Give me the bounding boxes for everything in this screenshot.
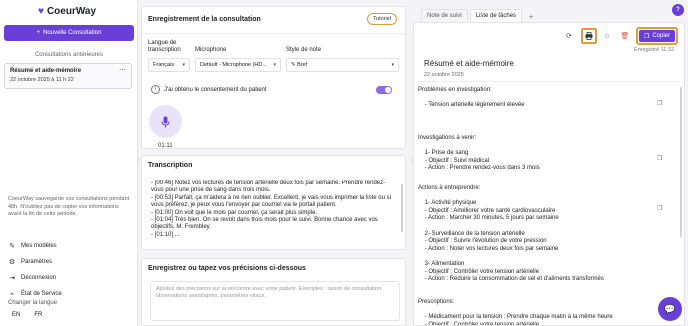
note-title: Résumé et aide-mémoire — [424, 59, 514, 68]
sidebar: ♥ CoeurWay + Nouvelle Consultation Consu… — [0, 0, 138, 326]
transcription-text[interactable]: - [00:46] Notez vos lectures de tension … — [151, 180, 401, 246]
sidebar-item-templates[interactable]: ✎ Mes modèles — [8, 238, 62, 254]
chevron-down-icon: ▾ — [182, 62, 185, 68]
recording-card: Enregistrement de la consultation Tutori… — [141, 6, 406, 149]
trash-icon[interactable]: 🗑 — [618, 29, 632, 43]
note-section[interactable]: Actions à entreprendre: 1- Activité phys… — [418, 185, 604, 284]
note-scrollbar[interactable] — [680, 87, 682, 237]
microphone-label: Microphone — [195, 47, 227, 53]
sidebar-menu: ✎ Mes modèles ⚙ Paramètres ⇥ Déconnexion… — [8, 238, 62, 302]
print-icon[interactable] — [581, 28, 597, 44]
notes-panel: Note de suivi Liste de tâches + ? ⟳ ☆ 🗑 … — [413, 0, 688, 326]
transcription-language-label: Langue de transcription — [148, 40, 181, 53]
status-icon: ⌁ — [9, 291, 15, 298]
sidebar-item-label: Paramètres — [21, 259, 53, 265]
middle-column: Enregistrement de la consultation Tutori… — [141, 0, 408, 326]
sidebar-item-label: État de Service — [21, 291, 62, 297]
consultation-date: 22 octobre 2025 à 11 h 22 — [10, 77, 74, 83]
sidebar-item-settings[interactable]: ⚙ Paramètres — [8, 254, 62, 270]
consultation-title: Résumé et aide-mémoire — [10, 68, 82, 74]
precisions-textarea[interactable]: Ajoutez des précisions sur la rencontre … — [150, 281, 400, 321]
note-date: 22 octobre 2025 — [424, 72, 464, 78]
precisions-card: Enregistrez ou tapez vos précisions ci-d… — [141, 258, 406, 326]
gear-icon: ⚙ — [8, 259, 16, 266]
microphone-select[interactable]: Default - Microphone (HD... ▾ — [195, 58, 281, 72]
consent-toggle[interactable] — [376, 86, 392, 94]
add-tab-button[interactable]: + — [524, 13, 538, 22]
transcription-scrollbar[interactable] — [401, 184, 403, 232]
microphone-record-button[interactable] — [149, 105, 182, 138]
note-card: ⟳ ☆ 🗑 ❐ Copier Enregistré 11:32 Résumé e… — [413, 22, 685, 326]
note-style-value-wrap: ✎ Bref — [291, 62, 307, 68]
sidebar-item-label: Mes modèles — [21, 243, 57, 249]
consent-text: J'ai obtenu le consentement du patient — [164, 86, 267, 93]
note-tabs: Note de suivi Liste de tâches + — [421, 9, 538, 22]
previous-consultations-title: Consultations antérieures — [34, 52, 104, 58]
templates-icon: ✎ — [9, 243, 15, 250]
info-icon: i — [151, 85, 160, 94]
new-consultation-button[interactable]: + Nouvelle Consultation — [4, 25, 134, 41]
panel-resize-handle[interactable]: ⋮ — [409, 158, 415, 168]
tab-follow-up-note[interactable]: Note de suivi — [421, 9, 468, 22]
copy-icon: ❐ — [643, 33, 650, 40]
note-style-value: Bref — [297, 62, 308, 68]
refresh-icon[interactable]: ⟳ — [562, 29, 576, 43]
help-button[interactable]: ? — [672, 4, 684, 16]
tab-task-list[interactable]: Liste de tâches — [469, 9, 523, 22]
plus-icon: + — [36, 30, 41, 36]
copy-button[interactable]: ❐ Copier — [636, 27, 678, 45]
recording-timer: 01:11 — [158, 143, 173, 149]
divider — [142, 33, 405, 34]
consent-row: i J'ai obtenu le consentement du patient — [151, 85, 267, 94]
tutorial-button[interactable]: Tutoriel — [366, 13, 397, 25]
app-name: CoeurWay — [46, 6, 97, 17]
chevron-down-icon: ▾ — [273, 62, 276, 68]
note-section[interactable]: Investigations à venir: 1- Prise de sang… — [418, 135, 540, 173]
logo[interactable]: ♥ CoeurWay — [38, 6, 96, 17]
copy-section-icon[interactable]: ❐ — [657, 205, 662, 212]
toggle-knob — [385, 87, 391, 93]
star-icon[interactable]: ☆ — [600, 29, 614, 43]
note-style-select[interactable]: ✎ Bref ▾ — [286, 58, 399, 72]
transcription-title: Transcription — [148, 162, 193, 169]
chevron-down-icon: ▾ — [391, 62, 394, 68]
precisions-title: Enregistrez ou tapez vos précisions ci-d… — [148, 265, 306, 272]
copy-label: Copier — [652, 33, 671, 39]
transcription-language-select[interactable]: Français ▾ — [148, 58, 190, 72]
heart-logo-icon: ♥ — [38, 5, 44, 17]
language-options: EN FR — [12, 312, 42, 318]
microphone-icon — [161, 116, 170, 127]
printer-glyph — [585, 32, 593, 40]
saved-timestamp: Enregistré 11:32 — [634, 47, 674, 53]
transcription-card: Transcription - [00:46] Notez vos lectur… — [141, 155, 406, 250]
chat-icon: 💬 — [664, 303, 676, 314]
language-label: Changer la langue — [8, 300, 58, 306]
recording-title: Enregistrement de la consultation — [148, 16, 261, 23]
transcription-language-value: Français — [153, 62, 175, 68]
note-style-label: Style de note — [286, 47, 322, 53]
copy-section-icon[interactable]: ❐ — [657, 100, 662, 107]
chat-button[interactable]: 💬 — [658, 297, 682, 321]
sidebar-item-label: Déconnexion — [21, 275, 57, 281]
note-section[interactable]: Problèmes en investigation: - Tension ar… — [418, 87, 525, 110]
copy-button-inner: ❐ Copier — [639, 30, 675, 42]
note-section[interactable]: Prescriptions: - Médicament pour la tens… — [418, 299, 613, 325]
consultation-item[interactable]: Résumé et aide-mémoire 22 octobre 2025 à… — [4, 63, 132, 89]
logout-icon: ⇥ — [9, 275, 15, 282]
microphone-value: Default - Microphone (HD... — [200, 62, 267, 68]
sidebar-resize-handle[interactable]: ⋮ — [136, 158, 142, 168]
lang-en-option[interactable]: EN — [12, 312, 20, 318]
note-content: Problèmes en investigation: - Tension ar… — [414, 85, 684, 325]
divider — [418, 81, 680, 82]
new-consultation-label: Nouvelle Consultation — [43, 30, 102, 36]
sidebar-item-logout[interactable]: ⇥ Déconnexion — [8, 270, 62, 286]
lang-fr-option[interactable]: FR — [34, 312, 42, 318]
more-options-icon[interactable]: ⋯ — [119, 66, 126, 74]
copy-section-icon[interactable]: ❐ — [657, 155, 662, 162]
retention-info-text: CoeurWay sauvegarde vos consultations pe… — [8, 196, 130, 217]
